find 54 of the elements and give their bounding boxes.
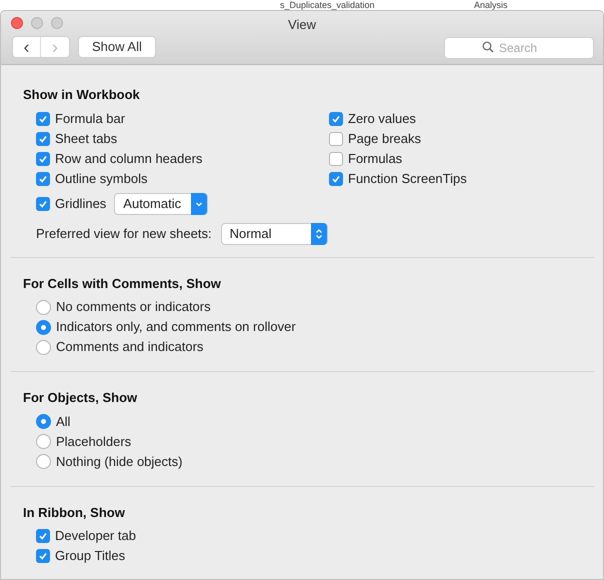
checkmark-icon — [331, 114, 341, 124]
checkbox[interactable] — [329, 172, 343, 186]
radio-label: Comments and indicators — [56, 338, 204, 356]
section-heading: In Ribbon, Show — [23, 504, 126, 522]
radio-label: Indicators only, and comments on rollover — [56, 318, 296, 336]
radio-label: Nothing (hide objects) — [56, 452, 182, 471]
background-window-text: Analysis — [474, 0, 508, 10]
radio-button[interactable] — [36, 434, 51, 449]
checkbox-label: Gridlines — [55, 194, 106, 213]
checkbox-label: Formulas — [348, 150, 402, 168]
search-field[interactable]: Search — [444, 37, 594, 59]
checkbox-label: Sheet tabs — [55, 130, 118, 148]
checkmark-icon — [331, 174, 341, 184]
radio-button[interactable] — [36, 340, 51, 354]
checkbox-label: Group Titles — [55, 547, 126, 566]
checkbox[interactable] — [36, 152, 50, 166]
checkbox[interactable] — [36, 549, 50, 563]
show-all-button[interactable]: Show All — [78, 36, 156, 58]
radio-label: Placeholders — [56, 432, 132, 451]
up-down-arrows-icon — [310, 222, 327, 244]
checkbox-label: Developer tab — [55, 527, 136, 546]
checkbox-label: Formula bar — [55, 110, 126, 128]
checkbox[interactable] — [329, 152, 343, 166]
search-icon — [482, 41, 494, 53]
checkbox[interactable] — [36, 172, 50, 186]
popup-menu[interactable]: Normal — [220, 222, 328, 244]
checkbox-label: Zero values — [348, 110, 416, 128]
preferred-view-label: Preferred view for new sheets: — [36, 224, 212, 243]
checkbox[interactable] — [36, 196, 50, 210]
checkmark-icon — [38, 198, 48, 208]
checkbox[interactable] — [329, 112, 343, 126]
back-button[interactable]: ‹ — [13, 37, 41, 57]
background-window-text: s_Duplicates_validation — [280, 0, 375, 10]
popup-menu[interactable]: Automatic — [114, 192, 208, 214]
close-button[interactable] — [11, 17, 23, 29]
radio-label: No comments or indicators — [56, 298, 211, 316]
radio-button[interactable] — [36, 454, 51, 469]
window-title: View — [288, 16, 316, 34]
section-heading: For Objects, Show — [23, 389, 138, 407]
checkbox-label: Function ScreenTips — [348, 170, 467, 188]
checkbox-label: Page breaks — [348, 130, 421, 148]
radio-button[interactable] — [36, 414, 51, 429]
section-heading: For Cells with Comments, Show — [23, 274, 222, 292]
checkbox[interactable] — [36, 112, 50, 126]
radio-label: All — [56, 412, 70, 431]
radio-button[interactable] — [36, 320, 51, 334]
section-heading: Show in Workbook — [23, 86, 141, 104]
chevron-down-icon — [191, 192, 208, 214]
checkbox[interactable] — [329, 132, 343, 146]
checkbox-label: Outline symbols — [55, 170, 148, 188]
checkbox-label: Row and column headers — [55, 150, 202, 168]
checkbox[interactable] — [36, 132, 50, 146]
checkbox[interactable] — [36, 529, 50, 543]
radio-button[interactable] — [36, 300, 51, 314]
